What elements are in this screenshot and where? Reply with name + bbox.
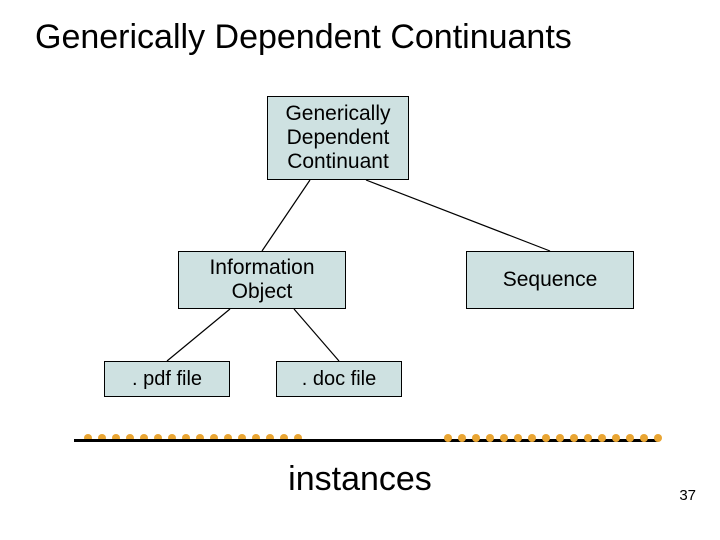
- node-doc-file: . doc file: [276, 361, 402, 397]
- dot-icon: [458, 434, 466, 442]
- dot-icon: [626, 434, 634, 442]
- slide-title: Generically Dependent Continuants: [0, 18, 720, 57]
- slide-stage: Generically Dependent Continuants Generi…: [0, 0, 720, 540]
- dot-icon: [472, 434, 480, 442]
- dot-icon: [542, 434, 550, 442]
- page-number: 37: [679, 487, 696, 504]
- dot-icon: [500, 434, 508, 442]
- node-pdf-label: . pdf file: [132, 368, 202, 391]
- dot-icon: [528, 434, 536, 442]
- dot-icon: [570, 434, 578, 442]
- node-pdf-file: . pdf file: [104, 361, 230, 397]
- node-info-label: Information Object: [209, 256, 314, 304]
- dot-icon: [640, 434, 648, 442]
- node-sequence: Sequence: [466, 251, 634, 309]
- dot-icon: [444, 434, 452, 442]
- dot-icon: [556, 434, 564, 442]
- node-seq-label: Sequence: [503, 268, 598, 292]
- dot-icon: [654, 434, 662, 442]
- node-doc-label: . doc file: [302, 368, 376, 391]
- divider-dots-right: [444, 434, 662, 442]
- dot-icon: [584, 434, 592, 442]
- dot-icon: [612, 434, 620, 442]
- footer-instances-label: instances: [0, 460, 720, 499]
- dot-icon: [514, 434, 522, 442]
- dot-icon: [486, 434, 494, 442]
- node-root: Generically Dependent Continuant: [267, 96, 409, 180]
- dot-icon: [598, 434, 606, 442]
- node-root-label: Generically Dependent Continuant: [285, 102, 390, 174]
- node-information-object: Information Object: [178, 251, 346, 309]
